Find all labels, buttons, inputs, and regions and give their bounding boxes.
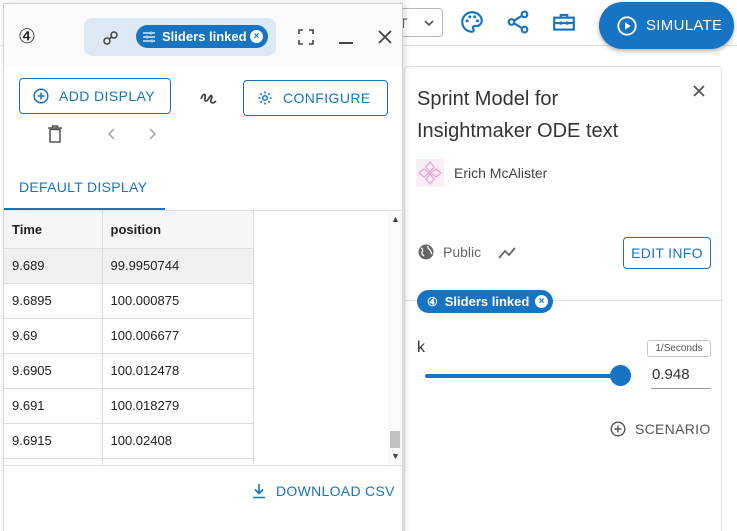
chip-label: Sliders linked: [162, 29, 247, 44]
zoom-select[interactable]: T: [396, 8, 443, 37]
scroll-down-arrow-icon[interactable]: ▼: [391, 451, 400, 461]
position-cell: 100.012478: [102, 353, 254, 389]
column-header-position[interactable]: position: [102, 211, 254, 249]
add-scenario-button[interactable]: SCENARIO: [610, 421, 711, 437]
configure-button[interactable]: CONFIGURE: [243, 80, 388, 116]
data-table-container: Time position 9.689 99.9950744 9.6895 10…: [4, 211, 402, 465]
chevron-right-icon[interactable]: [146, 127, 158, 141]
chip-remove-icon[interactable]: ×: [250, 30, 263, 43]
table-row[interactable]: 9.689 99.9950744: [4, 248, 254, 284]
slider-track[interactable]: [425, 374, 621, 378]
table-row[interactable]: 9.6895 100.000875: [4, 283, 254, 319]
window-header[interactable]: ④ Sliders linked ×: [4, 4, 402, 66]
download-icon: [253, 484, 265, 499]
window-number: ④: [18, 26, 36, 48]
tune-icon: [143, 31, 155, 42]
divider: [4, 465, 402, 466]
chevron-left-icon[interactable]: [106, 127, 118, 141]
position-cell: 100.006677: [102, 318, 254, 354]
scroll-up-arrow-icon[interactable]: ▲: [391, 214, 400, 224]
fullscreen-icon[interactable]: [298, 29, 314, 45]
table-row[interactable]: 9.691 100.018279: [4, 388, 254, 424]
share-icon[interactable]: [505, 9, 531, 35]
download-csv-button[interactable]: DOWNLOAD CSV: [252, 483, 395, 499]
app-root: T SIMULATE Sprint Model for Insightmaker…: [0, 0, 737, 531]
trending-icon: [498, 247, 516, 259]
time-cell: 9.6895: [4, 283, 103, 319]
model-title: Sprint Model for Insightmaker ODE text: [417, 88, 619, 142]
position-cell: 100.000875: [102, 283, 254, 319]
globe-icon: [418, 244, 434, 260]
scenario-label: SCENARIO: [635, 421, 711, 437]
parameter-value-input[interactable]: 0.948: [651, 361, 711, 389]
data-table: Time position 9.689 99.9950744 9.6895 10…: [4, 211, 254, 465]
link-nodes-icon[interactable]: [102, 29, 120, 47]
table-header-row: Time position: [4, 211, 254, 249]
model-info-panel: Sprint Model for Insightmaker ODE text E…: [404, 66, 723, 531]
simulate-button[interactable]: SIMULATE: [599, 2, 734, 49]
palette-icon[interactable]: [459, 9, 485, 35]
author-name[interactable]: Erich McAlister: [454, 165, 547, 181]
sliders-linked-chip[interactable]: Sliders linked ×: [136, 25, 268, 48]
visibility-label: Public: [443, 244, 482, 260]
column-header-time[interactable]: Time: [4, 211, 103, 249]
vertical-scrollbar[interactable]: ▲ ▼: [388, 211, 402, 465]
sliders-linked-chip[interactable]: ④ Sliders linked ×: [417, 290, 553, 313]
link-group: Sliders linked ×: [84, 18, 276, 56]
gear-icon: [258, 91, 272, 105]
edit-info-button[interactable]: EDIT INFO: [623, 237, 711, 269]
position-cell: 99.9950744: [102, 248, 254, 284]
time-cell: 9.689: [4, 248, 103, 284]
add-display-button[interactable]: ADD DISPLAY: [19, 78, 171, 114]
display-window: ④ Sliders linked × ADD DISPLAY CONFIGURE: [3, 3, 403, 531]
table-row[interactable]: 9.6915 100.02408: [4, 423, 254, 459]
time-cell: 9.69: [4, 318, 103, 354]
close-icon[interactable]: [376, 28, 394, 46]
position-cell: [102, 458, 254, 465]
add-circle-icon: [33, 88, 49, 104]
time-cell: 9.6905: [4, 353, 103, 389]
time-cell: [4, 458, 103, 465]
parameter-name: k: [417, 339, 425, 356]
table-row[interactable]: 9.69 100.006677: [4, 318, 254, 354]
time-cell: 9.6915: [4, 423, 103, 459]
table-row[interactable]: [4, 458, 254, 465]
minimize-icon[interactable]: [339, 42, 353, 44]
table-row[interactable]: 9.6905 100.012478: [4, 353, 254, 389]
add-display-label: ADD DISPLAY: [59, 88, 155, 104]
unit-badge: 1/Seconds: [647, 340, 711, 357]
close-icon[interactable]: [689, 81, 709, 101]
avatar: [416, 159, 444, 187]
position-cell: 100.02408: [102, 423, 254, 459]
chevron-down-icon: [424, 20, 434, 27]
position-cell: 100.018279: [102, 388, 254, 424]
add-circle-icon: [610, 421, 626, 437]
draw-icon[interactable]: [197, 87, 219, 109]
chip-remove-icon[interactable]: ×: [535, 295, 548, 308]
toolbox-icon[interactable]: [551, 9, 577, 35]
chip-label: Sliders linked: [444, 294, 530, 309]
tab-default-display[interactable]: DEFAULT DISPLAY: [4, 174, 165, 211]
scrollbar-thumb[interactable]: [390, 431, 400, 448]
trash-icon[interactable]: [47, 125, 63, 143]
download-csv-label: DOWNLOAD CSV: [276, 483, 395, 499]
time-cell: 9.691: [4, 388, 103, 424]
simulate-label: SIMULATE: [646, 17, 723, 34]
slider-thumb[interactable]: [610, 365, 631, 386]
play-circle-icon: [617, 15, 637, 36]
configure-label: CONFIGURE: [283, 90, 371, 106]
chip-number: ④: [427, 294, 438, 309]
